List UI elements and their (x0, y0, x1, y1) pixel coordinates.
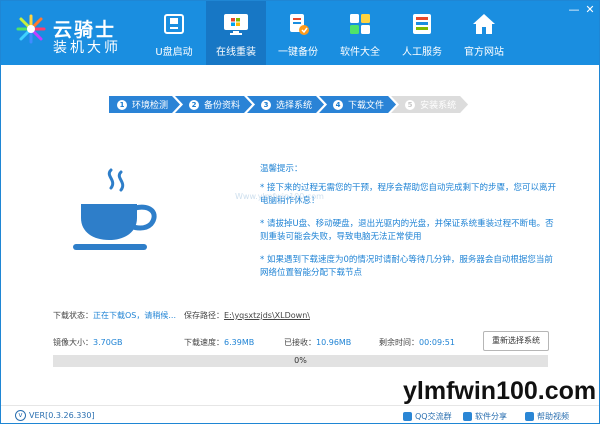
save-path-link[interactable]: E:\yqsxtzjds\XLDown\ (224, 311, 310, 320)
nav-software-center[interactable]: 软件大全 (330, 1, 390, 65)
download-status: 下载状态：正在下载OS，请稍候... (53, 310, 176, 321)
close-button[interactable]: ✕ (583, 3, 597, 17)
footer-link-label: 软件分享 (475, 412, 507, 421)
save-path-label: 保存路径： (184, 311, 224, 320)
customer-service-icon (408, 10, 436, 38)
progress-text: 0% (294, 356, 307, 365)
download-status-value: 正在下载OS，请稍候... (93, 311, 177, 320)
step-label: 环境检测 (132, 101, 169, 111)
nav-label: 软件大全 (340, 47, 380, 58)
footer-link-qq-group[interactable]: QQ交流群 (403, 411, 452, 422)
step-number: 5 (405, 100, 415, 110)
nav-official-site[interactable]: 官方网站 (454, 1, 514, 65)
download-status-label: 下载状态： (53, 311, 93, 320)
download-progress-bar: 0% (53, 355, 548, 367)
version-info: v VER[0.3.26.330] (15, 410, 95, 421)
step-number: 3 (261, 100, 271, 110)
progress-steps: 1 环境检测 2 备份资料 3 选择系统 4 下载文件 5 安装系统 (109, 96, 463, 113)
step-number: 1 (117, 100, 127, 110)
brand-subtitle: 装机大师 (53, 40, 121, 56)
header-bar: 云骑士 装机大师 U盘启动 在线重装 一键备份 软件大全 人工服务 官方网站 —… (1, 1, 599, 65)
tip-item: * 请拔掉U盘、移动硬盘，退出光驱内的光盘，并保证系统重装过程不断电。否则重装可… (260, 219, 554, 242)
main-nav: U盘启动 在线重装 一键备份 软件大全 人工服务 官方网站 (144, 1, 516, 65)
windows-monitor-icon (222, 10, 250, 38)
brand-watermark: ylmfwin100.com (403, 377, 597, 405)
qq-icon (403, 412, 412, 421)
cloud-knight-logo-icon (16, 14, 46, 44)
footer-link-help-video[interactable]: 帮助视频 (525, 411, 569, 422)
downloaded-amount: 已接收：10.96MB (284, 337, 351, 348)
nav-online-reinstall[interactable]: 在线重装 (206, 1, 266, 65)
downloaded-label: 已接收： (284, 338, 316, 347)
footer-link-share[interactable]: 软件分享 (463, 411, 507, 422)
app-grid-icon (346, 10, 374, 38)
step-install-system: 5 安装系统 (391, 96, 468, 113)
nav-label: 在线重装 (216, 47, 256, 58)
step-label: 下载文件 (348, 101, 385, 111)
remaining-time-label: 剩余时间： (379, 338, 419, 347)
minimize-button[interactable]: — (567, 3, 581, 17)
nav-manual-service[interactable]: 人工服务 (392, 1, 452, 65)
save-path: 保存路径：E:\yqsxtzjds\XLDown\ (184, 310, 310, 321)
nav-label: 官方网站 (464, 47, 504, 58)
image-size: 镜像大小：3.70GB (53, 337, 123, 348)
step-label: 选择系统 (276, 101, 313, 111)
image-size-label: 镜像大小： (53, 338, 93, 347)
step-label: 安装系统 (420, 101, 457, 111)
version-text: VER[0.3.26.330] (29, 411, 95, 420)
info-icon: v (15, 410, 26, 421)
nav-label: 人工服务 (402, 47, 442, 58)
nav-label: 一键备份 (278, 47, 318, 58)
help-video-icon (525, 412, 534, 421)
reselect-system-button[interactable]: 重新选择系统 (483, 331, 549, 351)
nav-label: U盘启动 (155, 47, 193, 58)
step-backup-data: 2 备份资料 (175, 96, 252, 113)
coffee-cup-icon (73, 168, 157, 250)
step-number: 2 (189, 100, 199, 110)
brand-logo: 云骑士 装机大师 (15, 9, 160, 57)
image-size-value: 3.70GB (93, 338, 123, 347)
step-environment-check: 1 环境检测 (109, 96, 180, 113)
download-speed-value: 6.39MB (224, 338, 255, 347)
backup-icon (284, 10, 312, 38)
share-icon (463, 412, 472, 421)
step-download-files: 4 下载文件 (319, 96, 396, 113)
download-speed: 下载速度：6.39MB (184, 337, 254, 348)
download-speed-label: 下载速度： (184, 338, 224, 347)
tips-panel: 温馨提示： * 接下来的过程无需您的干预，程序会帮助您自动完成剩下的步骤，您可以… (260, 163, 560, 290)
nav-one-click-backup[interactable]: 一键备份 (268, 1, 328, 65)
nav-usb-boot[interactable]: U盘启动 (144, 1, 204, 65)
step-number: 4 (333, 100, 343, 110)
site-watermark: Www.ylmfwin100.com (235, 192, 324, 201)
home-icon (470, 10, 498, 38)
step-label: 备份资料 (204, 101, 241, 111)
usb-drive-icon (160, 10, 188, 38)
tip-item: * 如果遇到下载速度为0的情况时请耐心等待几分钟，服务器会自动根据您当前网络位置… (260, 255, 553, 278)
footer-link-label: 帮助视频 (537, 412, 569, 421)
downloaded-value: 10.96MB (316, 338, 352, 347)
remaining-time: 剩余时间：00:09:51 (379, 337, 455, 348)
app-window: 云骑士 装机大师 U盘启动 在线重装 一键备份 软件大全 人工服务 官方网站 —… (0, 0, 600, 424)
footer-link-label: QQ交流群 (415, 412, 452, 421)
tips-title: 温馨提示： (260, 164, 303, 174)
step-select-system: 3 选择系统 (247, 96, 324, 113)
footer-bar: v VER[0.3.26.330] QQ交流群 软件分享 帮助视频 (1, 405, 599, 423)
remaining-time-value: 00:09:51 (419, 338, 455, 347)
